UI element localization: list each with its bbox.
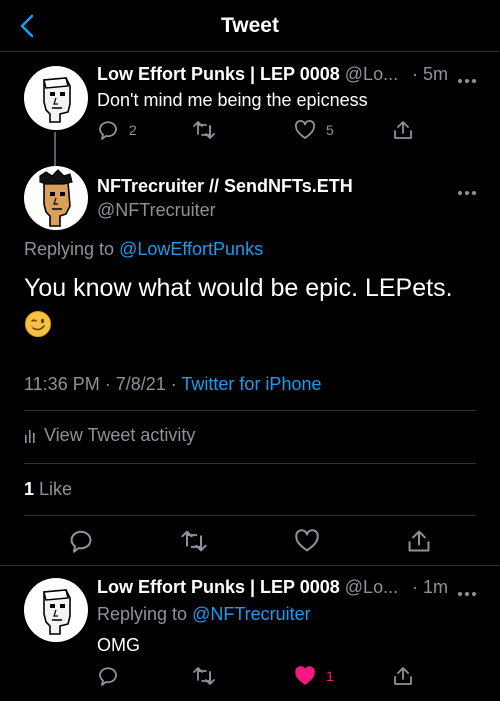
replying-to: Replying to @LowEffortPunks xyxy=(24,239,263,260)
likes-summary[interactable]: 1 Like xyxy=(24,479,72,500)
share-button[interactable] xyxy=(392,119,414,141)
tweet-author[interactable]: NFTrecruiter // SendNFTs.ETH xyxy=(97,176,353,197)
more-options-icon[interactable] xyxy=(458,182,482,195)
reply-icon xyxy=(99,121,117,140)
replying-prefix: Replying to xyxy=(97,604,193,624)
retweet-button[interactable] xyxy=(192,665,216,687)
like-count: 5 xyxy=(326,122,334,138)
tweet-timestamp: 11:36 PM · 7/8/21 · xyxy=(24,374,182,394)
retweet-button[interactable] xyxy=(192,119,216,141)
like-button[interactable] xyxy=(294,528,320,554)
more-options-icon[interactable] xyxy=(458,70,482,83)
punk-avatar-icon xyxy=(43,589,71,635)
analytics-icon xyxy=(25,430,35,443)
reply-button[interactable] xyxy=(97,665,119,687)
divider xyxy=(24,410,476,411)
replying-prefix: Replying to xyxy=(24,239,120,259)
like-button[interactable]: 5 xyxy=(294,119,334,141)
main-tweet-text: You know what would be epic. LEPets. xyxy=(24,274,453,302)
tweet-author[interactable]: Low Effort Punks | LEP 0008 @Lo... xyxy=(97,577,407,598)
retweet-icon xyxy=(193,667,215,685)
nav-bar: Tweet xyxy=(0,0,500,52)
divider xyxy=(0,565,500,566)
like-button-liked[interactable]: 1 xyxy=(294,665,334,687)
avatar[interactable] xyxy=(24,66,88,130)
tweet-source-link[interactable]: Twitter for iPhone xyxy=(181,374,321,394)
like-count: 1 xyxy=(326,668,334,684)
retweet-icon xyxy=(181,530,207,552)
share-icon xyxy=(408,530,430,552)
retweet-button[interactable] xyxy=(180,528,208,554)
reply-button[interactable]: 2 xyxy=(97,119,137,141)
share-button[interactable] xyxy=(406,528,432,554)
punk-avatar-icon xyxy=(43,77,71,123)
thread-connector xyxy=(54,132,56,168)
tweet-text: OMG xyxy=(97,635,140,655)
avatar[interactable] xyxy=(24,166,88,230)
heart-icon xyxy=(295,529,319,552)
winking-face-emoji-icon xyxy=(25,311,51,337)
page-title: Tweet xyxy=(221,14,279,37)
punk-avatar-icon xyxy=(39,169,73,227)
view-tweet-activity-label: View Tweet activity xyxy=(44,425,196,445)
replying-handle-link[interactable]: @NFTrecruiter xyxy=(192,604,311,624)
reply-count: 2 xyxy=(129,122,137,138)
divider xyxy=(24,515,476,516)
tweet-time: · 1m xyxy=(412,577,448,597)
tweet-text: Don't mind me being the epicness xyxy=(97,90,368,110)
tweet-author[interactable]: Low Effort Punks | LEP 0008 @Lo... xyxy=(97,64,407,85)
tweet-meta: 11:36 PM · 7/8/21 · Twitter for iPhone xyxy=(24,374,321,395)
reply-button[interactable] xyxy=(68,528,94,554)
reply-icon xyxy=(70,530,92,553)
share-icon xyxy=(394,667,412,685)
author-name: Low Effort Punks | LEP 0008 xyxy=(97,577,340,597)
replying-to: Replying to @NFTrecruiter xyxy=(97,604,311,625)
heart-filled-icon xyxy=(295,666,315,685)
avatar[interactable] xyxy=(24,578,88,642)
view-tweet-activity-link[interactable]: View Tweet activity xyxy=(24,425,195,446)
tweet-time: · 5m xyxy=(412,64,448,84)
share-button[interactable] xyxy=(392,665,414,687)
author-handle: @Lo... xyxy=(344,64,399,84)
author-name: NFTrecruiter // SendNFTs.ETH xyxy=(97,176,353,196)
replying-handle-link[interactable]: @LowEffortPunks xyxy=(119,239,263,259)
author-handle[interactable]: @NFTrecruiter xyxy=(97,200,216,221)
author-name: Low Effort Punks | LEP 0008 xyxy=(97,64,340,84)
retweet-icon xyxy=(193,121,215,139)
likes-count: 1 xyxy=(24,479,35,499)
heart-icon xyxy=(295,120,315,139)
more-options-icon[interactable] xyxy=(458,583,482,596)
share-icon xyxy=(394,121,412,139)
author-handle: @Lo... xyxy=(344,577,399,597)
reply-icon xyxy=(99,667,117,686)
likes-label: Like xyxy=(34,479,73,499)
divider xyxy=(24,463,476,464)
